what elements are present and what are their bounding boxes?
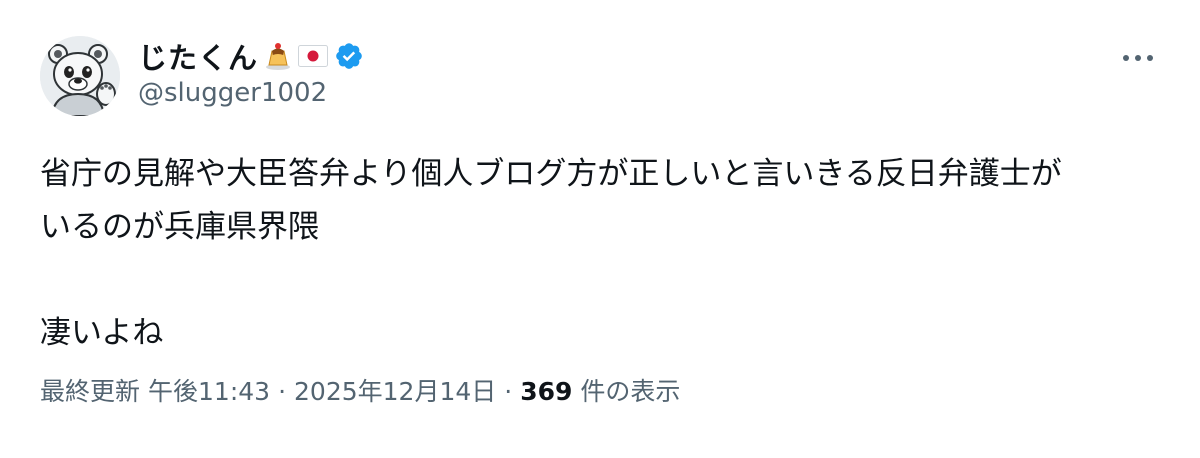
views-label: 件の表示: [580, 377, 681, 406]
author-display-name[interactable]: じたくん: [138, 35, 258, 77]
more-options-icon: [1123, 55, 1153, 61]
views-count: 369: [520, 377, 573, 406]
pudding-emoji-icon: [264, 41, 292, 71]
meta-separator: ·: [504, 377, 513, 406]
verified-badge-icon[interactable]: [334, 41, 364, 71]
author-handle[interactable]: @slugger1002: [138, 78, 327, 108]
tweet-text-line: 凄いよね: [40, 315, 164, 351]
tweet-meta: 最終更新 午後11:43 · 2025年12月14日 · 369 件の表示: [40, 372, 680, 408]
more-options-button[interactable]: [1116, 44, 1160, 72]
meta-separator: ·: [278, 377, 287, 406]
author-name-row: じたくん: [138, 36, 364, 76]
tweet-card: じたくん @slugger1002 省庁の見解や大臣答弁より個人ブログ方が正しい…: [0, 0, 1200, 458]
tweet-date[interactable]: 2025年12月14日: [294, 372, 496, 408]
author-avatar[interactable]: [40, 36, 120, 116]
japan-flag-icon: [298, 45, 329, 67]
tweet-time[interactable]: 午後11:43: [148, 372, 270, 408]
polar-bear-avatar-icon: [40, 36, 120, 116]
tweet-text: 省庁の見解や大臣答弁より個人ブログ方が正しいと言いきる反日弁護士が いるのが兵庫…: [40, 148, 1170, 360]
tweet-text-line: 省庁の見解や大臣答弁より個人ブログ方が正しいと言いきる反日弁護士が: [40, 156, 1062, 192]
tweet-text-line: いるのが兵庫県界隈: [40, 209, 319, 245]
last-updated-label[interactable]: 最終更新: [40, 372, 140, 408]
